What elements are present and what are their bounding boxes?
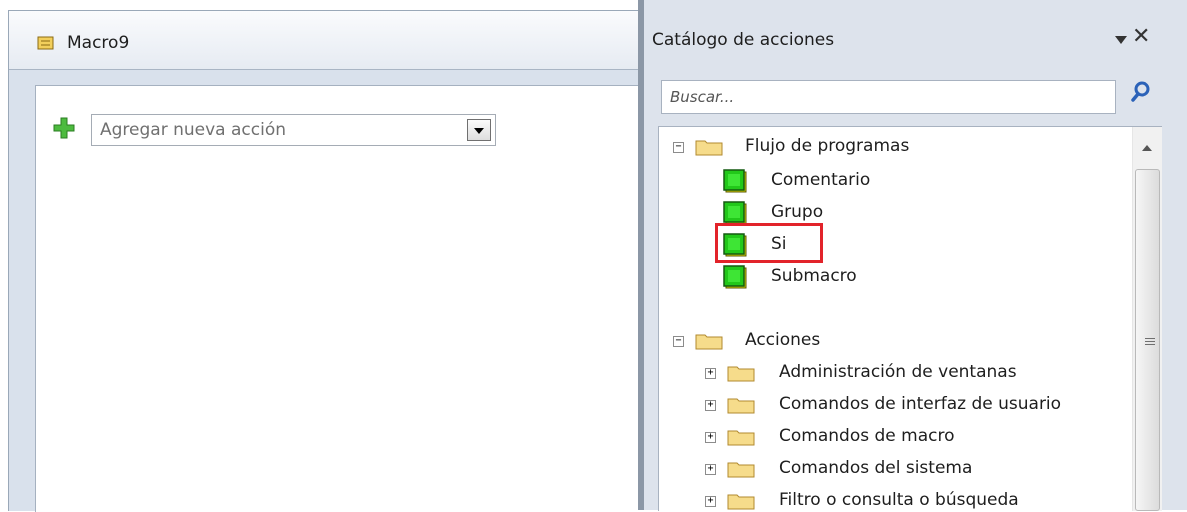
expand-icon[interactable]: + [705,432,716,443]
expand-icon[interactable]: + [705,400,716,411]
add-action-text: Agregar nueva acción [100,120,286,140]
catalog-title: Catálogo de acciones [652,30,835,50]
macro-canvas [35,85,640,512]
expand-icon[interactable]: + [705,464,716,475]
folder-icon [727,494,755,510]
highlight-box [715,223,823,263]
expand-icon[interactable]: + [705,368,716,379]
folder-icon [727,462,755,478]
folder-icon [695,140,723,156]
close-icon[interactable]: ✕ [1132,24,1150,49]
folder-icon [727,366,755,382]
add-action-combobox[interactable]: Agregar nueva acción [91,114,496,146]
tree-subgroup-label: Comandos del sistema [779,458,973,478]
tree-subgroup-label: Filtro o consulta o búsqueda [779,490,1019,510]
collapse-icon[interactable]: − [673,142,684,153]
scrollbar-grip-icon [1145,338,1155,346]
tree-item-label: Grupo [771,202,824,222]
folder-icon [727,430,755,446]
dropdown-arrow-button[interactable] [467,119,491,141]
tree-subgroup-label: Comandos de macro [779,426,955,446]
tree-subgroup-label: Comandos de interfaz de usuario [779,394,1062,414]
action-block-icon [723,169,747,193]
tree-group-label: Acciones [745,330,821,350]
expand-icon[interactable]: + [705,496,716,507]
vertical-scrollbar[interactable] [1132,127,1162,511]
search-input[interactable]: Buscar... [661,80,1116,114]
action-tree: − Flujo de programas Comentario Grupo Si… [658,126,1162,511]
macro-tab[interactable]: Macro9 [9,11,639,70]
plus-icon[interactable] [53,117,75,139]
macro-editor-area: Macro9 Agregar nueva acción [0,0,640,512]
macro-document: Macro9 [8,10,640,512]
search-placeholder: Buscar... [670,88,735,106]
collapse-icon[interactable]: − [673,336,684,347]
folder-icon [695,334,723,350]
search-icon[interactable] [1130,80,1152,104]
macro-scroll-icon [37,36,54,50]
tree-item-label: Submacro [771,266,857,286]
tree-item-label: Comentario [771,170,871,190]
pane-menu-icon[interactable] [1115,36,1127,44]
macro-tab-title: Macro9 [67,33,130,53]
tree-subgroup-label: Administración de ventanas [779,362,1017,382]
scroll-up-arrow-icon[interactable] [1142,145,1152,151]
scrollbar-thumb[interactable] [1135,169,1160,511]
action-block-icon [723,265,747,289]
tree-group-label: Flujo de programas [745,136,910,156]
action-block-icon [723,201,747,225]
folder-icon [727,398,755,414]
